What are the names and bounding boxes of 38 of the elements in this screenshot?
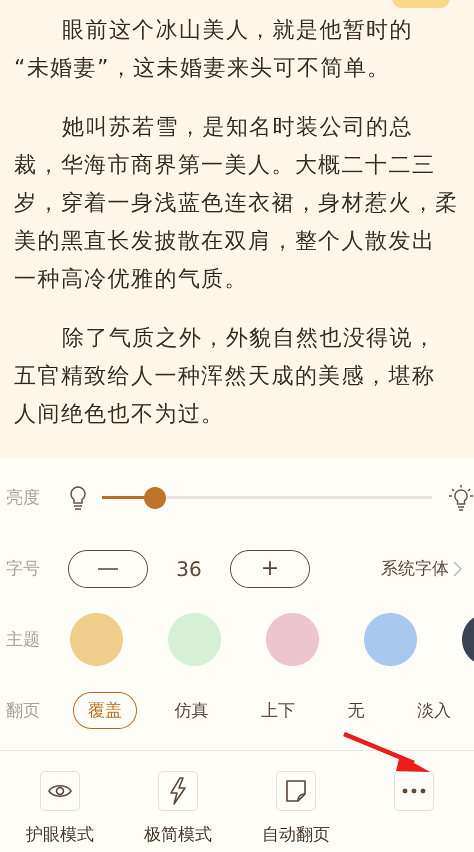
brightness-slider[interactable] bbox=[102, 486, 432, 508]
text-line: “未婚妻”，这未婚妻来头可不简单。 bbox=[14, 55, 392, 83]
decrease-button[interactable]: — bbox=[68, 550, 148, 588]
dim-bulb-icon bbox=[68, 484, 88, 510]
text-line: 裁，华海市商界第一美人。大概二十二三 bbox=[14, 152, 436, 180]
more-button[interactable] bbox=[394, 771, 434, 811]
toolbar-label: 自动翻页 bbox=[262, 824, 330, 846]
text-line: 岁，穿着一身浅蓝色连衣裙，身材惹火，柔 bbox=[14, 190, 460, 218]
lightning-icon bbox=[169, 777, 187, 805]
toolbar-button[interactable] bbox=[158, 771, 198, 811]
note-icon bbox=[285, 779, 307, 803]
text-line: 五官精致给人一种浑然天成的美感，堪称 bbox=[14, 363, 436, 391]
font-size-value: 36 bbox=[175, 556, 203, 580]
more-icon bbox=[402, 788, 426, 794]
text-line: 人间绝色也不为过。 bbox=[14, 401, 226, 429]
row-label: 亮度 bbox=[6, 487, 41, 509]
chevron-icon bbox=[453, 560, 462, 576]
bright-bulb-icon bbox=[448, 484, 474, 512]
toolbar-label: 护眼模式 bbox=[26, 824, 94, 846]
text-line: 美的黑直长发披散在双肩，整个人散发出 bbox=[14, 228, 436, 256]
page-turn-option[interactable]: 覆盖 bbox=[73, 692, 137, 729]
text-line: 眼前这个冰山美人，就是他暂时的 bbox=[61, 17, 414, 45]
increase-button[interactable]: + bbox=[230, 550, 310, 588]
row-label: 主题 bbox=[6, 629, 41, 651]
font-link[interactable]: 系统字体 bbox=[381, 557, 462, 580]
page-turn-option[interactable]: 无 bbox=[332, 692, 380, 729]
toolbar-label: 极简模式 bbox=[144, 824, 212, 846]
page-turn-option[interactable]: 仿真 bbox=[160, 692, 224, 729]
page-turn-option[interactable]: 淡入 bbox=[402, 692, 466, 729]
page-turn-option[interactable]: 上下 bbox=[246, 692, 310, 729]
row-label: 字号 bbox=[6, 558, 41, 580]
text-line: 她叫苏若雪，是知名时装公司的总 bbox=[61, 114, 414, 142]
text-line: 除了气质之外，外貌自然也没得说， bbox=[61, 325, 438, 353]
toolbar-button[interactable] bbox=[276, 771, 316, 811]
toolbar-button[interactable] bbox=[40, 771, 80, 811]
eye-icon bbox=[48, 783, 72, 799]
text-line: 一种高冷优雅的气质。 bbox=[14, 266, 249, 294]
row-label: 翻页 bbox=[6, 700, 41, 722]
